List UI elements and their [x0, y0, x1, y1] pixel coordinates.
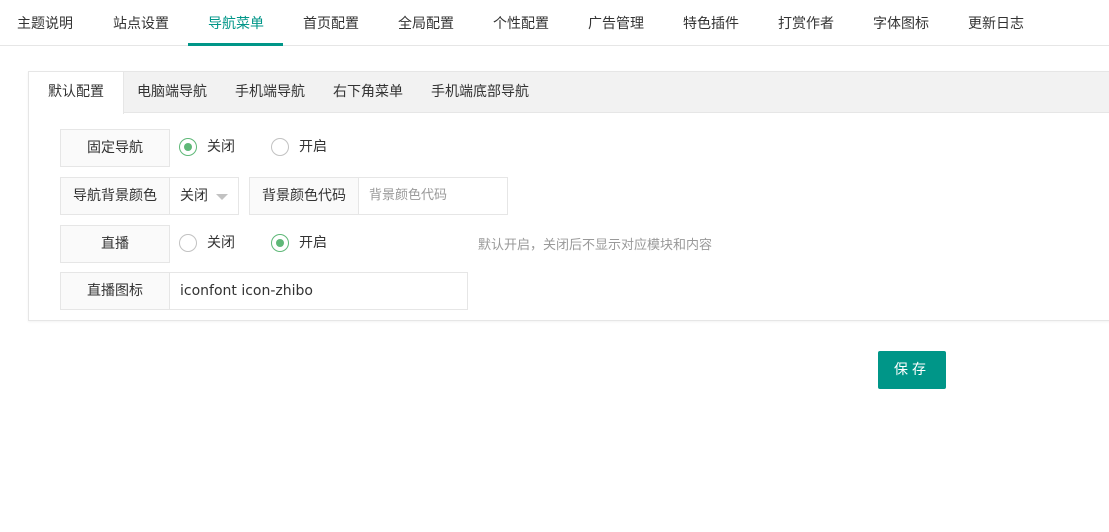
tab-site-settings[interactable]: 站点设置 [113, 0, 169, 46]
radio-label: 关闭 [207, 139, 235, 155]
radio-label: 开启 [299, 139, 327, 155]
tab-changelog[interactable]: 更新日志 [968, 0, 1024, 46]
fixed-nav-on-radio[interactable]: 开启 [271, 137, 327, 157]
sub-tab-mobile-nav[interactable]: 手机端导航 [235, 72, 305, 113]
tab-global-config[interactable]: 全局配置 [398, 0, 454, 46]
live-off-radio[interactable]: 关闭 [179, 233, 235, 253]
select-value: 关闭 [180, 188, 208, 204]
bg-color-code-input[interactable]: 背景颜色代码 [358, 177, 508, 215]
radio-label: 关闭 [207, 235, 235, 251]
live-on-radio[interactable]: 开启 [271, 233, 327, 253]
tab-reward-author[interactable]: 打赏作者 [778, 0, 834, 46]
sub-tab-bottom-right-menu[interactable]: 右下角菜单 [333, 72, 403, 113]
chevron-down-icon [216, 194, 228, 200]
radio-checked-icon [179, 138, 197, 156]
sub-tab-bar: 默认配置 电脑端导航 手机端导航 右下角菜单 手机端底部导航 [29, 72, 1109, 114]
radio-unchecked-icon [271, 138, 289, 156]
config-card: 默认配置 电脑端导航 手机端导航 右下角菜单 手机端底部导航 固定导航 关闭 开… [28, 71, 1109, 321]
tab-theme-intro[interactable]: 主题说明 [17, 0, 73, 46]
sub-tab-mobile-bottom-nav[interactable]: 手机端底部导航 [431, 72, 529, 113]
tab-font-icons[interactable]: 字体图标 [873, 0, 929, 46]
tab-home-config[interactable]: 首页配置 [303, 0, 359, 46]
radio-unchecked-icon [179, 234, 197, 252]
bg-color-code-label: 背景颜色代码 [249, 177, 359, 215]
tab-nav-menu[interactable]: 导航菜单 [208, 0, 264, 46]
tab-personal-config[interactable]: 个性配置 [493, 0, 549, 46]
live-icon-label: 直播图标 [60, 272, 170, 310]
active-tab-indicator [188, 43, 283, 46]
tab-feature-plugins[interactable]: 特色插件 [683, 0, 739, 46]
sub-tab-default-config[interactable]: 默认配置 [29, 72, 124, 114]
save-button[interactable]: 保存 [878, 351, 946, 389]
top-tab-bar: 主题说明 站点设置 导航菜单 首页配置 全局配置 个性配置 广告管理 特色插件 … [0, 0, 1109, 46]
live-icon-input[interactable]: iconfont icon-zhibo [169, 272, 468, 310]
sub-tab-pc-nav[interactable]: 电脑端导航 [137, 72, 207, 113]
nav-bg-color-label: 导航背景颜色 [60, 177, 170, 215]
fixed-nav-off-radio[interactable]: 关闭 [179, 137, 235, 157]
fixed-nav-label: 固定导航 [60, 129, 170, 167]
live-hint: 默认开启，关闭后不显示对应模块和内容 [478, 238, 713, 253]
radio-label: 开启 [299, 235, 327, 251]
live-label: 直播 [60, 225, 170, 263]
nav-bg-color-select[interactable]: 关闭 [169, 177, 239, 215]
tab-ad-management[interactable]: 广告管理 [588, 0, 644, 46]
radio-checked-icon [271, 234, 289, 252]
